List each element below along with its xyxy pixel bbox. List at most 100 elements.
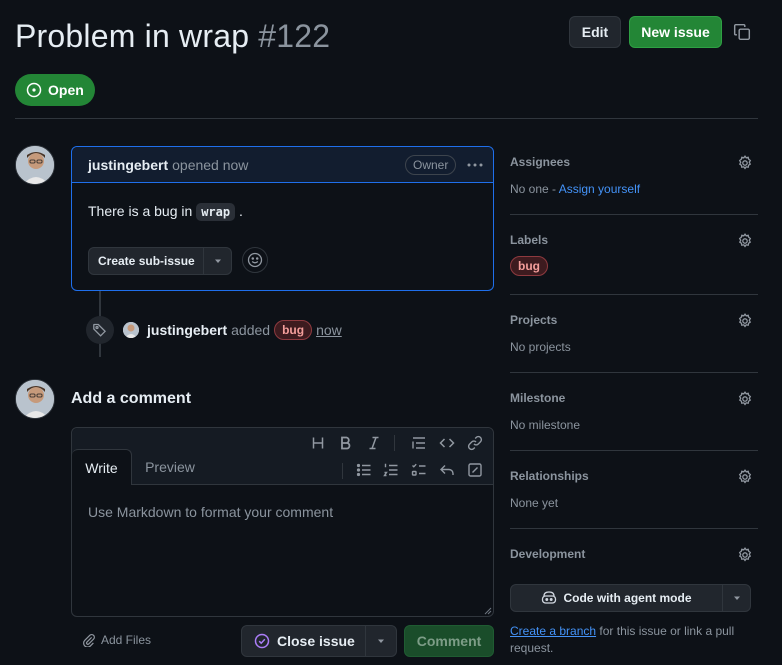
event-action: added [231, 322, 271, 338]
comment-submit-button[interactable]: Comment [404, 625, 494, 657]
issue-title: Problem in wrap #122 [15, 18, 330, 55]
add-comment-heading: Add a comment [71, 390, 192, 407]
code-icon[interactable] [439, 435, 455, 451]
gear-icon[interactable] [737, 469, 753, 485]
issue-open-icon [26, 82, 42, 98]
status-label: Open [48, 82, 84, 98]
unordered-list-icon[interactable] [356, 462, 372, 478]
add-files-label[interactable]: Add Files [101, 633, 151, 647]
heading-icon[interactable] [310, 435, 326, 451]
projects-value: No projects [510, 340, 571, 354]
link-icon[interactable] [467, 435, 483, 451]
toolbar-separator [342, 463, 343, 479]
comment-meta: opened now [172, 156, 249, 173]
milestone-heading: Milestone [510, 391, 566, 405]
avatar[interactable] [15, 145, 55, 185]
kebab-icon[interactable] [466, 156, 484, 174]
tab-preview[interactable]: Preview [132, 449, 208, 485]
bold-icon[interactable] [338, 435, 354, 451]
gear-icon[interactable] [737, 547, 753, 563]
labels-heading: Labels [510, 233, 549, 247]
issue-title-text: Problem in wrap [15, 18, 250, 54]
gear-icon[interactable] [737, 155, 753, 171]
close-issue-button[interactable]: Close issue [241, 625, 397, 657]
issue-closed-icon [254, 633, 270, 649]
comment-text-end: . [238, 203, 243, 219]
sidebar-divider [510, 214, 758, 215]
assignees-value: No one - Assign yourself [510, 182, 758, 196]
sidebar-projects: Projects No projects [510, 313, 758, 354]
gear-icon[interactable] [737, 233, 753, 249]
create-sub-issue-button[interactable]: Create sub-issue [88, 247, 232, 275]
comment-textarea[interactable]: Use Markdown to format your comment [88, 504, 333, 520]
toolbar-separator [394, 435, 395, 451]
issue-comment: justingebert opened now Owner There is a… [71, 146, 494, 291]
current-user-avatar[interactable] [15, 379, 55, 419]
triangle-down-icon [733, 596, 740, 600]
header-divider [15, 118, 758, 119]
paperclip-icon [83, 633, 95, 647]
development-text: Create a branch for this issue or link a… [510, 623, 758, 657]
sidebar-assignees: Assignees No one - Assign yourself [510, 155, 758, 196]
timeline-event: justingebert added bug now [123, 320, 342, 340]
ordered-list-icon[interactable] [383, 462, 399, 478]
sidebar-development: Development Code with agent mode Create … [510, 547, 758, 657]
milestone-value: No milestone [510, 418, 581, 432]
agent-button-label[interactable]: Code with agent mode [563, 591, 691, 605]
gear-icon[interactable] [737, 313, 753, 329]
timeline-badge [86, 316, 114, 344]
close-issue-dropdown[interactable] [365, 626, 396, 656]
smiley-icon [247, 252, 263, 268]
relationships-heading: Relationships [510, 469, 589, 483]
sub-issue-dropdown[interactable] [203, 248, 231, 274]
owner-badge: Owner [405, 155, 457, 175]
agent-button-main[interactable]: Code with agent mode [511, 591, 722, 605]
resize-handle-icon[interactable] [484, 607, 492, 615]
copy-icon[interactable] [733, 23, 751, 41]
comment-author[interactable]: justingebert [88, 157, 168, 173]
development-heading: Development [510, 547, 586, 561]
add-files-button[interactable]: Add Files [82, 633, 151, 647]
triangle-down-icon [378, 639, 384, 643]
assignees-heading: Assignees [510, 155, 571, 169]
comment-body: There is a bug in wrap . [88, 203, 243, 221]
agent-dropdown[interactable] [722, 585, 750, 611]
relationships-value: None yet [510, 496, 559, 510]
sidebar-milestone: Milestone No milestone [510, 391, 758, 432]
event-label-bug[interactable]: bug [274, 320, 313, 340]
comment-text: There is a bug in [88, 203, 193, 219]
assignees-none: No one - [510, 182, 559, 196]
projects-heading: Projects [510, 313, 558, 327]
sidebar-divider [510, 372, 758, 373]
event-time[interactable]: now [316, 322, 342, 338]
status-badge: Open [15, 74, 95, 106]
edit-button[interactable]: Edit [569, 16, 621, 48]
event-avatar[interactable] [123, 322, 139, 338]
comment-editor: Write Preview Use Markdown to format you… [71, 427, 494, 617]
sidebar-divider [510, 294, 758, 295]
sidebar-relationships: Relationships None yet [510, 469, 758, 510]
italic-icon[interactable] [366, 435, 382, 451]
sidebar-labels: Labels bug [510, 233, 758, 276]
create-branch-link[interactable]: Create a branch [510, 624, 596, 638]
triangle-down-icon [214, 259, 221, 263]
code-with-agent-button[interactable]: Code with agent mode [510, 584, 751, 612]
gear-icon[interactable] [737, 391, 753, 407]
new-issue-button[interactable]: New issue [629, 16, 722, 48]
copilot-icon [542, 591, 557, 604]
close-issue-main[interactable]: Close issue [242, 633, 365, 649]
tasklist-icon[interactable] [411, 462, 427, 478]
create-sub-issue-label[interactable]: Create sub-issue [89, 254, 203, 268]
tab-write[interactable]: Write [72, 449, 132, 485]
sidebar-divider [510, 528, 758, 529]
tag-icon [93, 323, 107, 337]
quote-icon[interactable] [411, 435, 427, 451]
inline-code: wrap [196, 203, 236, 221]
label-bug[interactable]: bug [510, 256, 548, 276]
event-actor[interactable]: justingebert [147, 322, 227, 338]
close-issue-label[interactable]: Close issue [277, 633, 355, 649]
add-reaction-button[interactable] [242, 247, 268, 273]
fullscreen-icon[interactable] [467, 462, 483, 478]
reply-icon[interactable] [439, 462, 455, 478]
assign-yourself-link[interactable]: Assign yourself [559, 182, 640, 196]
